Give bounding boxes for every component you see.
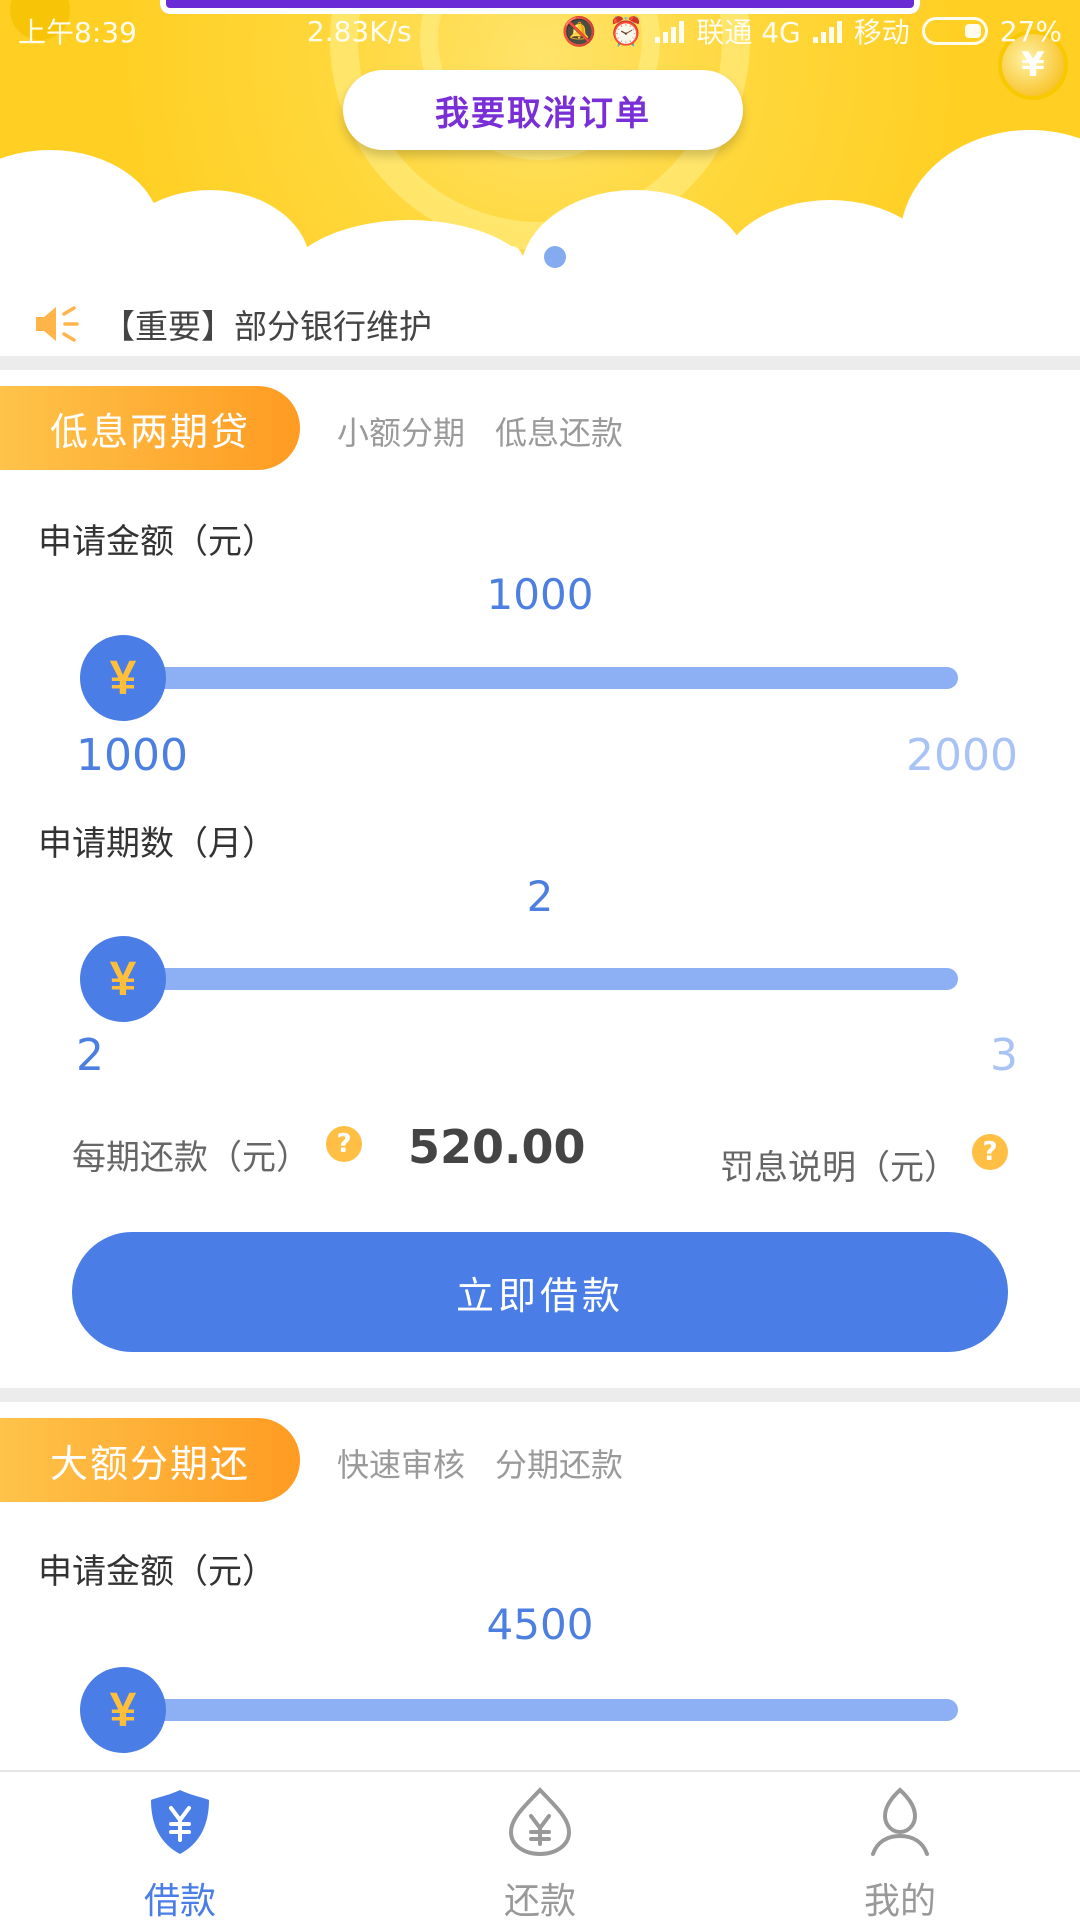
alarm-icon: ⏰ bbox=[608, 14, 644, 48]
repay-drop-icon bbox=[505, 1786, 575, 1858]
cloud-decoration bbox=[900, 130, 1080, 292]
period-slider-thumb[interactable]: ¥ bbox=[80, 936, 166, 1022]
notice-bar[interactable]: 【重要】部分银行维护 bbox=[0, 292, 1080, 356]
nav-label: 借款 bbox=[143, 1881, 216, 1920]
period-max: 3 bbox=[990, 1030, 1018, 1081]
amount-label: 申请金额（元） bbox=[38, 1552, 276, 1592]
user-icon bbox=[865, 1786, 935, 1858]
status-carrier-1: 联通 4G bbox=[696, 16, 801, 49]
sub-tag: 分期还款 bbox=[495, 1446, 624, 1484]
loan-shield-icon bbox=[145, 1786, 215, 1858]
section-divider bbox=[0, 356, 1080, 370]
borrow-now-button[interactable]: 立即借款 bbox=[72, 1232, 1008, 1352]
battery-icon bbox=[921, 17, 988, 45]
sub-tag: 快速审核 bbox=[337, 1446, 466, 1484]
amount-min: 1000 bbox=[76, 730, 188, 781]
amount-max: 2000 bbox=[906, 730, 1018, 781]
nav-item-mine[interactable]: 我的 bbox=[720, 1772, 1080, 1920]
status-carrier-2: 移动 bbox=[853, 16, 910, 49]
status-right-group: 🔕 ⏰ 联通 4G 移动 27% bbox=[562, 11, 1062, 51]
period-value: 2 bbox=[526, 872, 554, 921]
speaker-icon bbox=[34, 304, 80, 344]
product-card-low-interest: 低息两期贷 小额分期 低息还款 申请金额（元） 1000 ¥ 1000 2000… bbox=[0, 370, 1080, 1382]
status-time: 上午8:39 bbox=[18, 16, 137, 49]
cancel-order-button[interactable]: 我要取消订单 bbox=[343, 70, 743, 150]
repay-per-period-label: 每期还款（元） bbox=[72, 1138, 310, 1178]
amount-slider-track[interactable] bbox=[120, 667, 958, 689]
period-min: 2 bbox=[76, 1030, 104, 1081]
amount-slider-track[interactable] bbox=[120, 1699, 958, 1721]
sub-tag: 小额分期 bbox=[337, 414, 466, 452]
status-battery-level: 27% bbox=[999, 14, 1062, 48]
period-slider-track[interactable] bbox=[120, 968, 958, 990]
product-sub-tags: 快速审核 分期还款 bbox=[337, 1440, 623, 1486]
mute-icon: 🔕 bbox=[561, 14, 597, 48]
amount-slider-thumb[interactable]: ¥ bbox=[80, 635, 166, 721]
amount-slider-thumb[interactable]: ¥ bbox=[80, 1667, 166, 1753]
penalty-help-icon[interactable]: ? bbox=[972, 1134, 1008, 1170]
nav-label: 我的 bbox=[863, 1881, 936, 1920]
repay-per-period-amount: 520.00 bbox=[408, 1120, 586, 1174]
amount-label: 申请金额（元） bbox=[38, 522, 276, 562]
section-divider bbox=[0, 1388, 1080, 1402]
amount-value: 1000 bbox=[486, 570, 594, 619]
signal-icon bbox=[655, 19, 685, 43]
product-card-large-installment: 大额分期还 快速审核 分期还款 申请金额（元） 4500 ¥ bbox=[0, 1402, 1080, 1770]
status-network-speed: 2.83K/s bbox=[306, 14, 412, 48]
nav-item-repay[interactable]: 还款 bbox=[360, 1772, 720, 1920]
signal-icon bbox=[812, 19, 842, 43]
pagination-dot[interactable] bbox=[500, 246, 522, 268]
product-sub-tags: 小额分期 低息还款 bbox=[337, 408, 623, 454]
product-tag: 大额分期还 bbox=[0, 1418, 300, 1502]
amount-value: 4500 bbox=[486, 1600, 594, 1649]
period-label: 申请期数（月） bbox=[38, 824, 276, 864]
product-tag: 低息两期贷 bbox=[0, 386, 300, 470]
repay-help-icon[interactable]: ? bbox=[326, 1126, 362, 1162]
status-bar: 上午8:39 2.83K/s 🔕 ⏰ 联通 4G 移动 27% bbox=[0, 0, 1080, 62]
notice-text[interactable]: 【重要】部分银行维护 bbox=[102, 300, 432, 348]
banner-pagination bbox=[500, 246, 566, 268]
sub-tag: 低息还款 bbox=[495, 414, 624, 452]
penalty-label[interactable]: 罚息说明（元） bbox=[720, 1140, 958, 1189]
pagination-dot-active[interactable] bbox=[544, 246, 566, 268]
bottom-navigation: 借款 还款 我的 bbox=[0, 1770, 1080, 1920]
nav-item-loan[interactable]: 借款 bbox=[0, 1772, 360, 1920]
nav-label: 还款 bbox=[503, 1881, 576, 1920]
